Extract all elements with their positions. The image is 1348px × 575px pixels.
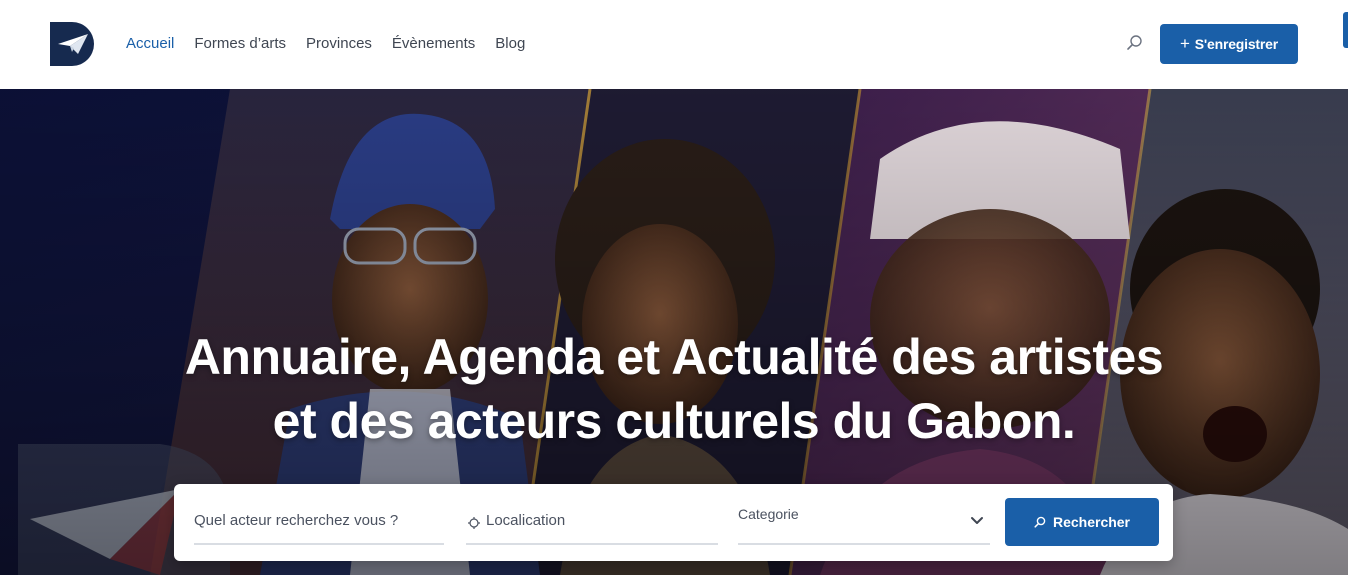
- register-button-label: S'enregistrer: [1194, 36, 1278, 52]
- hero-title-line-2: et des acteurs culturels du Gabon.: [272, 393, 1076, 449]
- search-submit-button[interactable]: Rechercher: [1005, 498, 1159, 546]
- nav-item-evenements[interactable]: Évènements: [392, 34, 475, 54]
- side-tab[interactable]: [1343, 12, 1348, 48]
- nav-item-provinces[interactable]: Provinces: [306, 34, 372, 54]
- category-select[interactable]: Categorie: [738, 501, 990, 545]
- logo-icon[interactable]: [50, 22, 94, 66]
- hero-title-line-1: Annuaire, Agenda et Actualité des artist…: [184, 329, 1164, 385]
- nav-item-formes-darts[interactable]: Formes d’arts: [194, 34, 286, 54]
- actor-search-input[interactable]: Quel acteur recherchez vous ?: [194, 501, 444, 545]
- site-header: Accueil Formes d’arts Provinces Évènemen…: [0, 0, 1348, 89]
- location-placeholder: Localication: [486, 512, 566, 529]
- plus-icon: +: [1180, 34, 1190, 53]
- actor-search-placeholder: Quel acteur recherchez vous ?: [194, 512, 399, 529]
- nav-item-blog[interactable]: Blog: [495, 34, 525, 54]
- search-icon: [1034, 516, 1046, 528]
- nav-item-accueil[interactable]: Accueil: [126, 34, 174, 54]
- search-submit-label: Rechercher: [1052, 514, 1131, 530]
- chevron-down-icon: [971, 517, 983, 524]
- search-icon[interactable]: [1126, 34, 1144, 52]
- location-input[interactable]: Localication: [466, 501, 718, 545]
- main-nav: Accueil Formes d’arts Provinces Évènemen…: [126, 34, 545, 54]
- location-icon: [468, 517, 480, 529]
- category-select-value: Categorie: [738, 506, 799, 522]
- hero-title: Annuaire, Agenda et Actualité des artist…: [0, 325, 1348, 453]
- search-form: Quel acteur recherchez vous ? Localicati…: [174, 484, 1173, 561]
- register-button[interactable]: + S'enregistrer: [1160, 24, 1298, 64]
